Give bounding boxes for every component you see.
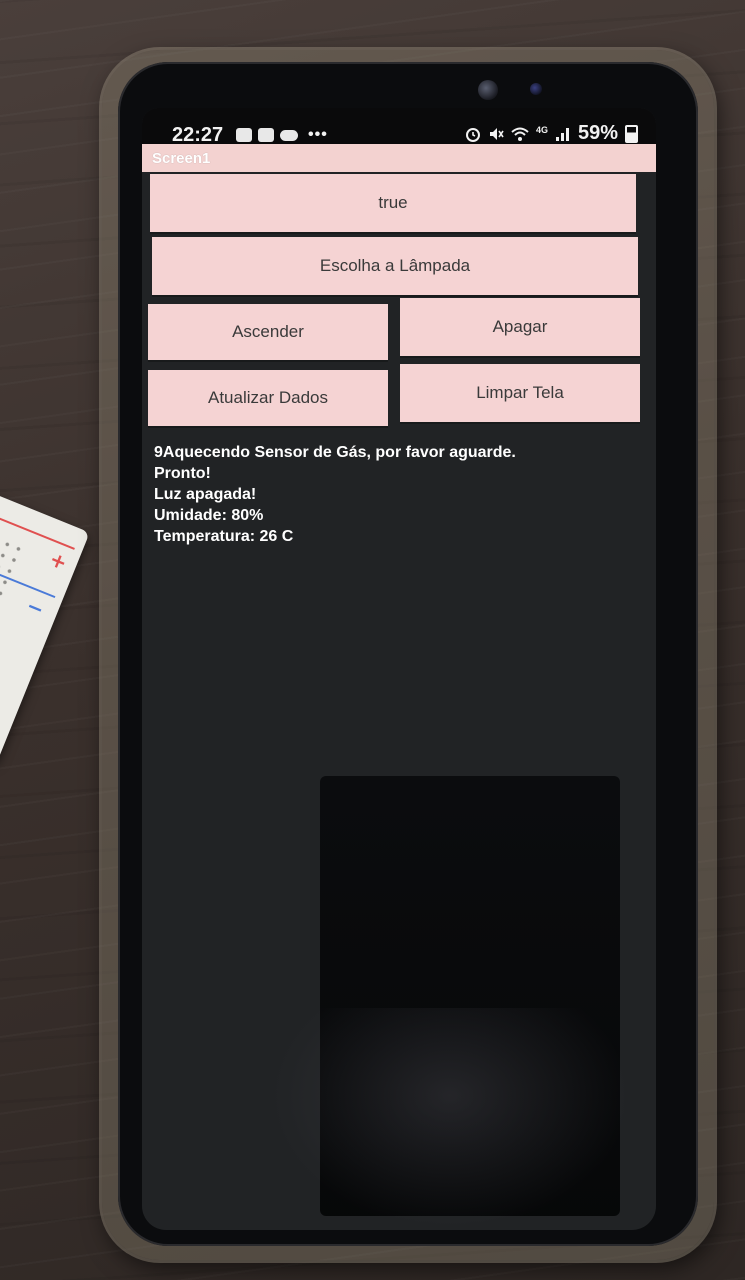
network-type-label: 4G bbox=[535, 124, 548, 135]
log-line: Luz apagada! bbox=[154, 486, 257, 503]
proximity-sensor-icon bbox=[530, 83, 542, 95]
clear-screen-button[interactable]: Limpar Tela bbox=[400, 364, 640, 422]
status-notification-icons: ••• bbox=[236, 126, 328, 144]
plus-icon: + bbox=[46, 546, 71, 576]
phone-screen: 22:27 ••• 4G 59% Screen1 true Escolha a … bbox=[142, 108, 656, 1230]
log-line: Temperatura: 26 C bbox=[154, 528, 294, 545]
app-title-bar: Screen1 bbox=[142, 144, 656, 172]
front-camera-icon bbox=[478, 80, 498, 100]
status-system-icons: 4G 59% bbox=[465, 122, 638, 145]
update-data-button[interactable]: Atualizar Dados bbox=[148, 370, 388, 426]
log-line: Pronto! bbox=[154, 465, 211, 482]
turn-off-button[interactable]: Apagar bbox=[400, 298, 640, 356]
turn-on-button[interactable]: Ascender bbox=[148, 304, 388, 360]
minus-icon: − bbox=[23, 593, 48, 622]
mute-icon bbox=[489, 127, 504, 140]
app-title: Screen1 bbox=[152, 150, 211, 167]
log-line: 9Aquecendo Sensor de Gás, por favor agua… bbox=[154, 444, 516, 461]
wifi-icon bbox=[511, 127, 529, 141]
signal-icon bbox=[555, 127, 569, 141]
hand-reflection bbox=[270, 1008, 630, 1228]
breadboard-holes bbox=[0, 518, 25, 703]
connection-status-button[interactable]: true bbox=[150, 174, 636, 232]
battery-icon bbox=[625, 124, 638, 143]
more-notifications-icon: ••• bbox=[308, 126, 328, 143]
log-line: Umidade: 80% bbox=[154, 507, 264, 524]
p-app-icon bbox=[258, 128, 274, 142]
cloud-icon bbox=[280, 129, 298, 141]
output-log: 9Aquecendo Sensor de Gás, por favor agua… bbox=[154, 442, 634, 547]
battery-percentage: 59% bbox=[577, 122, 618, 144]
status-bar: 22:27 ••• 4G 59% bbox=[142, 108, 656, 146]
choose-lamp-button[interactable]: Escolha a Lâmpada bbox=[152, 237, 638, 295]
notification-card-icon bbox=[236, 128, 252, 142]
alarm-icon bbox=[465, 127, 480, 142]
